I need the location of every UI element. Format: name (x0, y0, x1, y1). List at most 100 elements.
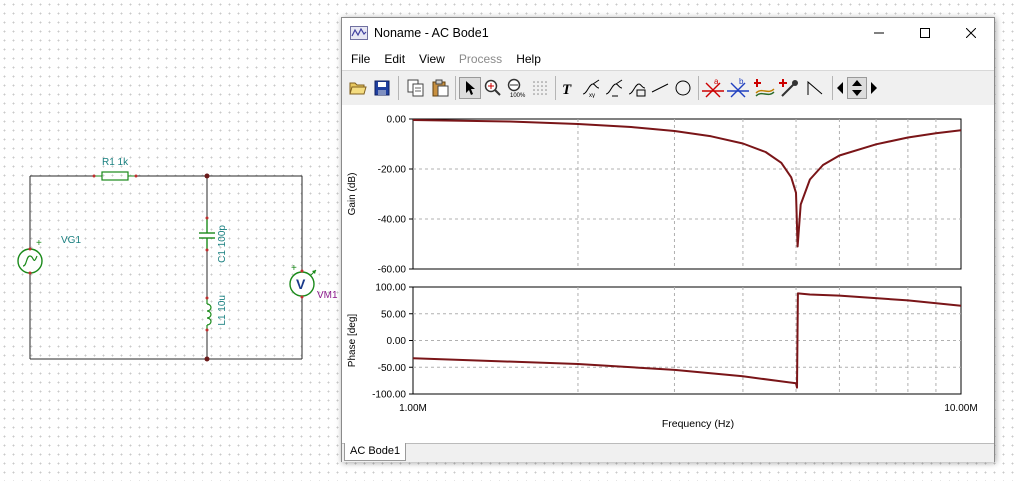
vm1-plus-sign: + (291, 263, 297, 274)
window-title: Noname - AC Bode1 (374, 26, 489, 40)
marker2-button[interactable] (603, 77, 625, 99)
svg-text:b: b (739, 77, 744, 86)
y-tick-label: -60.00 (378, 265, 407, 276)
paste-button[interactable] (429, 77, 451, 99)
plot-frame (412, 118, 962, 270)
title-bar[interactable]: Noname - AC Bode1 (342, 18, 994, 48)
r1-label: R1 1k (102, 157, 129, 168)
x-tick-label: 10.00M (944, 403, 977, 414)
slope-icon (807, 80, 823, 95)
maximize-button[interactable] (902, 18, 948, 48)
schematic-canvas[interactable]: R1 1k VG1 + C1 100p L1 10u V + VM1 (0, 0, 340, 481)
menu-help[interactable]: Help (509, 52, 548, 66)
maximize-icon (920, 28, 930, 38)
plot-frame (412, 286, 962, 395)
cursor-b-button[interactable]: b (727, 77, 749, 99)
x-axis-label: Frequency (Hz) (662, 418, 734, 430)
close-icon (966, 28, 976, 38)
marker-button[interactable]: xy (580, 77, 602, 99)
phase-chart: 100.00 50.00 0.00 -50.00 -100.00 Phase [deg] (347, 283, 962, 401)
bode-window: Noname - AC Bode1 File Edit View Process… (341, 17, 995, 462)
menu-view[interactable]: View (412, 52, 452, 66)
grid-button[interactable] (529, 77, 551, 99)
r1-resistor (92, 171, 138, 181)
vm1-label: VM1 (317, 290, 338, 301)
open-icon (349, 82, 367, 95)
copy-icon (407, 79, 424, 97)
cursor-a-icon: a (702, 77, 724, 98)
schematic-wires (17, 171, 317, 362)
save-button[interactable] (371, 77, 393, 99)
probe-icon (779, 79, 798, 97)
y-tick-label: 0.00 (387, 336, 407, 347)
label-button[interactable] (626, 77, 648, 99)
grid-icon (533, 81, 547, 95)
svg-text:xy: xy (589, 93, 595, 98)
text-button[interactable]: T (557, 77, 579, 99)
line-button[interactable] (649, 77, 671, 99)
marker2-icon (605, 79, 623, 97)
open-button[interactable] (347, 77, 369, 99)
text-icon: T (562, 82, 572, 97)
y-tick-label: -20.00 (378, 165, 407, 176)
left-arrow-icon (837, 82, 843, 94)
vg1-label: VG1 (61, 235, 82, 246)
close-button[interactable] (948, 18, 994, 48)
scroll-right-button[interactable] (868, 77, 880, 99)
marker-icon: xy (582, 79, 600, 98)
minimize-button[interactable] (856, 18, 902, 48)
y-axis-label: Gain (dB) (347, 173, 358, 216)
label-icon (628, 83, 646, 97)
probe-button[interactable] (779, 77, 801, 99)
pointer-button[interactable] (459, 77, 481, 99)
zoom-in-icon (484, 79, 501, 96)
tab-strip: AC Bode1 (342, 443, 994, 462)
menu-process[interactable]: Process (452, 52, 509, 66)
right-arrow-icon (871, 82, 877, 94)
save-icon (374, 80, 390, 96)
y-tick-label: 50.00 (381, 309, 406, 320)
copy-button[interactable] (405, 77, 427, 99)
zoom-100-button[interactable]: 100% (505, 77, 527, 99)
zoom-100-icon: 100% (507, 78, 526, 98)
pointer-icon (466, 81, 475, 95)
vg1-source (17, 247, 43, 275)
svg-text:100%: 100% (510, 93, 526, 98)
slope-button[interactable] (804, 77, 826, 99)
scroll-left-button[interactable] (834, 77, 846, 99)
svg-text:T: T (562, 82, 572, 97)
y-tick-label: 0.00 (387, 115, 407, 126)
l1-inductor (206, 298, 212, 330)
circle-button[interactable] (672, 77, 694, 99)
svg-text:a: a (714, 77, 719, 86)
menu-edit[interactable]: Edit (377, 52, 412, 66)
y-axis-label: Phase [deg] (347, 314, 358, 368)
c1-capacitor (199, 218, 215, 250)
minimize-icon (874, 32, 884, 34)
tab-ac-bode1[interactable]: AC Bode1 (344, 443, 407, 461)
vg1-plus-sign: + (36, 238, 42, 249)
gain-chart: 0.00 -20.00 -40.00 -60.00 Gain (dB) (347, 115, 962, 276)
circle-icon (675, 80, 691, 96)
y-tick-label: -100.00 (372, 390, 406, 401)
up-down-icon (852, 80, 862, 96)
add-curve-icon (754, 79, 775, 97)
bode-plot[interactable]: 0.00 -20.00 -40.00 -60.00 Gain (dB) 100.00 50… (342, 105, 994, 443)
x-tick-label: 1.00M (399, 403, 427, 414)
toolbar: 100% T xy a b (342, 70, 994, 105)
cursor-b-icon: b (727, 77, 749, 98)
cursor-a-button[interactable]: a (702, 77, 724, 99)
l1-label: L1 10u (217, 295, 228, 326)
scroll-updown-button[interactable] (847, 77, 867, 99)
line-icon (651, 83, 669, 93)
menu-file[interactable]: File (344, 52, 377, 66)
y-tick-label: 100.00 (375, 283, 406, 294)
menu-bar: File Edit View Process Help (342, 48, 994, 70)
y-tick-label: -40.00 (378, 215, 407, 226)
zoom-in-button[interactable] (482, 77, 504, 99)
paste-icon (432, 79, 449, 97)
vm1-symbol: V (296, 276, 306, 292)
plot-area[interactable]: 0.00 -20.00 -40.00 -60.00 Gain (dB) 100.00 50… (342, 105, 994, 443)
add-curve-button[interactable] (754, 77, 776, 99)
y-tick-label: -50.00 (378, 363, 407, 374)
